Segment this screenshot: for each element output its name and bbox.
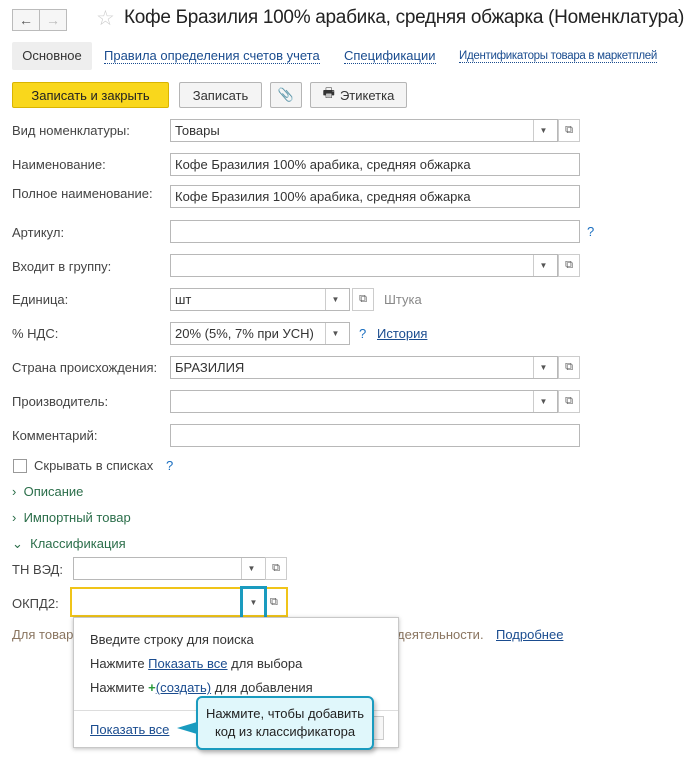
dropdown-icon[interactable]: ▼ (533, 255, 553, 276)
group-classification-label: Классификация (30, 536, 126, 551)
kind-value: Товары (175, 123, 220, 138)
more-link[interactable]: Подробнее (496, 627, 563, 642)
group-import[interactable]: › Импортный товар (12, 510, 131, 525)
open-icon[interactable]: ⧉ (558, 119, 580, 142)
history-link[interactable]: История (377, 326, 427, 341)
page-title: Кофе Бразилия 100% арабика, средняя обжа… (124, 7, 685, 28)
full-name-value: Кофе Бразилия 100% арабика, средняя обжа… (175, 189, 471, 204)
plus-icon: + (148, 680, 156, 695)
text: Нажмите (90, 656, 149, 671)
country-label: Страна происхождения: (12, 360, 158, 375)
show-all-inline-link[interactable]: Показать все (148, 656, 227, 671)
unit-value: шт (175, 292, 192, 307)
arrow-right-icon: → (46, 12, 60, 28)
manufacturer-value (175, 391, 533, 412)
vat-field[interactable]: 20% (5%, 7% при УСН) ▼ (170, 322, 350, 345)
tnved-label: ТН ВЭД: (12, 562, 63, 577)
full-name-field[interactable]: Кофе Бразилия 100% арабика, средняя обжа… (170, 185, 580, 208)
open-icon[interactable]: ⧉ (558, 356, 580, 379)
dropdown-icon: ▼ (249, 598, 258, 607)
text: для добавления (211, 680, 313, 695)
dropdown-icon[interactable]: ▼ (533, 120, 553, 141)
group-classification[interactable]: ⌄ Классификация (12, 536, 126, 552)
create-link[interactable]: (создать) (156, 680, 211, 695)
save-close-button[interactable]: Записать и закрыть (12, 82, 169, 108)
tab-marketplace-ids[interactable]: Идентификаторы товара в маркетплей (459, 50, 657, 63)
dropdown-icon[interactable]: ▼ (241, 558, 261, 579)
help-icon[interactable]: ? (587, 224, 594, 239)
tnved-field[interactable]: ▼ (73, 557, 266, 580)
group-label: Входит в группу: (12, 259, 112, 274)
vat-label: % НДС: (12, 326, 59, 341)
print-label-button[interactable]: 🖶 Этикетка (310, 82, 407, 108)
unit-label: Единица: (12, 292, 69, 307)
arrow-left-icon: ← (19, 12, 33, 28)
open-icon[interactable]: ⧉ (352, 288, 374, 311)
dropdown-icon[interactable]: ▼ (325, 289, 345, 310)
hide-label: Скрывать в списках (34, 458, 154, 473)
printer-icon: 🖶 (322, 85, 335, 100)
tab-main[interactable]: Основное (12, 42, 92, 70)
forward-button[interactable]: → (39, 9, 67, 31)
attach-button[interactable]: 📎 (270, 82, 302, 108)
tab-specifications[interactable]: Спецификации (344, 48, 436, 64)
group-import-label: Импортный товар (23, 510, 131, 525)
name-label: Наименование: (12, 157, 106, 172)
chevron-right-icon: › (12, 510, 17, 525)
group-value (175, 255, 533, 276)
paperclip-icon: 📎 (277, 87, 295, 102)
text: для выбора (227, 656, 303, 671)
back-button[interactable]: ← (12, 9, 40, 31)
country-value: БРАЗИЛИЯ (175, 360, 245, 375)
unit-field[interactable]: шт ▼ (170, 288, 350, 311)
comment-field[interactable] (170, 424, 580, 447)
star-icon[interactable]: ☆ (96, 6, 115, 31)
article-label: Артикул: (12, 225, 65, 240)
manufacturer-field[interactable]: ▼ (170, 390, 558, 413)
kind-label: Вид номенклатуры: (12, 123, 130, 138)
open-icon[interactable]: ⧉ (558, 390, 580, 413)
comment-value (175, 425, 575, 446)
article-value (175, 221, 575, 242)
print-label-text: Этикетка (339, 87, 395, 103)
chevron-right-icon: › (12, 484, 17, 499)
dropdown-icon[interactable]: ▼ (533, 357, 553, 378)
okpd2-label: ОКПД2: (12, 596, 59, 611)
unit-hint: Штука (384, 292, 422, 307)
tooltip-pointer (177, 722, 197, 734)
open-icon[interactable]: ⧉ (265, 557, 287, 580)
help-icon[interactable]: ? (166, 458, 173, 473)
comment-label: Комментарий: (12, 428, 98, 443)
open-icon[interactable]: ⧉ (558, 254, 580, 277)
open-icon[interactable]: ⧉ (270, 596, 278, 609)
name-field[interactable]: Кофе Бразилия 100% арабика, средняя обжа… (170, 153, 580, 176)
show-all-hint: Нажмите Показать все для выбора (90, 656, 302, 671)
name-value: Кофе Бразилия 100% арабика, средняя обжа… (175, 157, 471, 172)
save-button[interactable]: Записать (179, 82, 262, 108)
hint-text-right: деятельности. (397, 627, 484, 642)
hide-checkbox[interactable] (13, 459, 27, 473)
okpd2-dropdown-button[interactable]: ▼ (240, 586, 267, 620)
help-icon[interactable]: ? (359, 326, 366, 341)
dropdown-icon[interactable]: ▼ (533, 391, 553, 412)
tab-accounting-rules[interactable]: Правила определения счетов учета (104, 48, 320, 64)
search-hint: Введите строку для поиска (90, 632, 254, 647)
hint-text-left: Для товар (12, 627, 74, 642)
text: Нажмите (90, 680, 149, 695)
group-description-label: Описание (23, 484, 84, 499)
kind-field[interactable]: Товары ▼ (170, 119, 558, 142)
article-field[interactable] (170, 220, 580, 243)
country-field[interactable]: БРАЗИЛИЯ ▼ (170, 356, 558, 379)
group-description[interactable]: › Описание (12, 484, 83, 499)
tooltip: Нажмите, чтобы добавить код из классифик… (196, 696, 374, 750)
dropdown-icon[interactable]: ▼ (325, 323, 345, 344)
create-hint: Нажмите +(создать) для добавления (90, 680, 313, 695)
show-all-link[interactable]: Показать все (90, 722, 169, 737)
vat-value: 20% (5%, 7% при УСН) (175, 326, 314, 341)
manufacturer-label: Производитель: (12, 394, 109, 409)
chevron-down-icon: ⌄ (12, 536, 23, 551)
full-name-label: Полное наименование: (12, 186, 153, 201)
group-field[interactable]: ▼ (170, 254, 558, 277)
